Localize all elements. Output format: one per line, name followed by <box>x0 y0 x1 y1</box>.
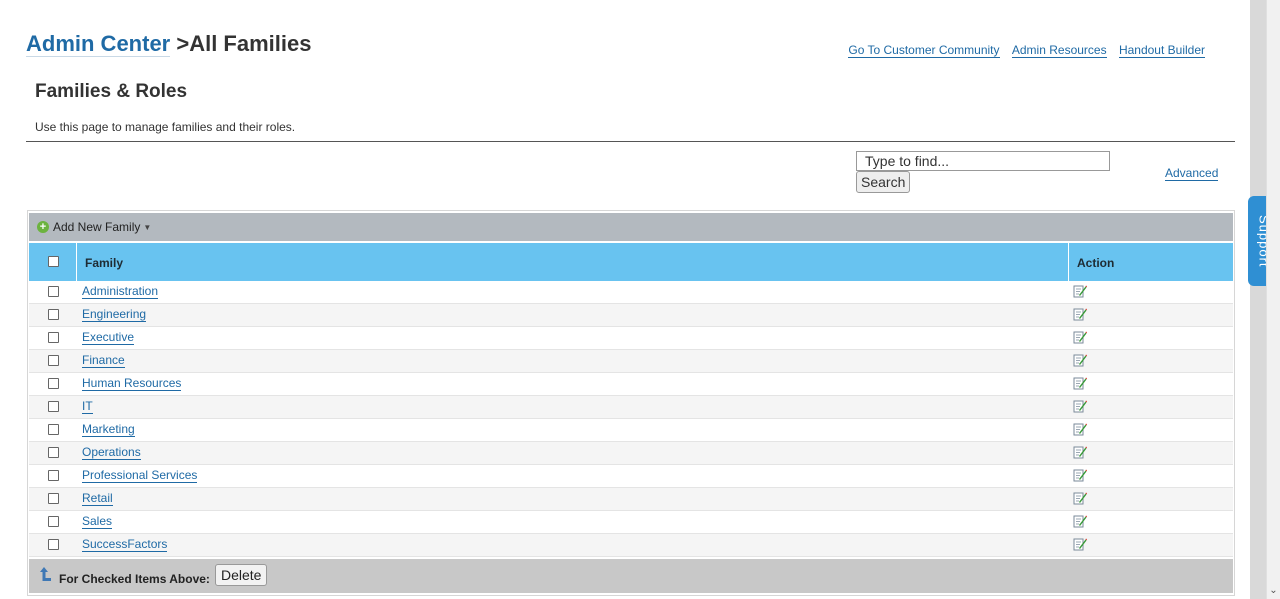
edit-icon[interactable] <box>1073 399 1087 413</box>
family-column-header: Family <box>77 243 1069 281</box>
header-check-cell <box>29 243 77 281</box>
page: Admin Center >All Families Go To Custome… <box>0 0 1250 599</box>
row-checkbox[interactable] <box>48 516 59 527</box>
section-title: Families & Roles <box>35 81 188 102</box>
right-gutter <box>1250 0 1266 599</box>
vertical-scrollbar[interactable]: ⌄ <box>1266 0 1280 599</box>
row-checkbox[interactable] <box>48 447 59 458</box>
admin-resources-link[interactable]: Admin Resources <box>1011 43 1107 58</box>
family-link[interactable]: Executive <box>82 331 135 345</box>
family-link[interactable]: Operations <box>82 446 141 460</box>
divider <box>26 141 1235 142</box>
family-link[interactable]: Human Resources <box>82 377 182 391</box>
advanced-search-link[interactable]: Advanced <box>1165 166 1219 181</box>
table-toolbar: + Add New Family ▼ <box>29 213 1233 241</box>
row-checkbox[interactable] <box>48 286 59 297</box>
table-row: Engineering <box>29 304 1233 327</box>
family-link[interactable]: Professional Services <box>82 469 198 483</box>
edit-icon[interactable] <box>1073 468 1087 482</box>
family-link[interactable]: Administration <box>82 285 159 299</box>
select-all-checkbox[interactable] <box>48 256 59 267</box>
handout-builder-link[interactable]: Handout Builder <box>1118 43 1205 58</box>
add-new-family-button[interactable]: + Add New Family ▼ <box>37 220 151 234</box>
customer-community-link[interactable]: Go To Customer Community <box>848 43 1000 58</box>
edit-icon[interactable] <box>1073 491 1087 505</box>
table-body: Administration Engineering Executive Financ… <box>29 281 1233 557</box>
family-link[interactable]: Finance <box>82 354 125 368</box>
row-checkbox[interactable] <box>48 470 59 481</box>
admin-center-link[interactable]: Admin Center <box>26 31 171 57</box>
table-row: Executive <box>29 327 1233 350</box>
family-link[interactable]: Retail <box>82 492 113 506</box>
search-button[interactable]: Search <box>856 171 911 193</box>
table-row: Administration <box>29 281 1233 304</box>
table-row: Professional Services <box>29 465 1233 488</box>
family-link[interactable]: SuccessFactors <box>82 538 168 552</box>
table-row: Retail <box>29 488 1233 511</box>
section-description: Use this page to manage families and the… <box>35 120 296 134</box>
page-title-rest: >All Families <box>170 31 312 56</box>
edit-icon[interactable] <box>1073 445 1087 459</box>
chevron-down-icon[interactable]: ⌄ <box>1267 585 1280 597</box>
row-checkbox[interactable] <box>48 493 59 504</box>
family-link[interactable]: IT <box>82 400 93 414</box>
table-row: Finance <box>29 350 1233 373</box>
row-checkbox[interactable] <box>48 539 59 550</box>
family-link[interactable]: Sales <box>82 515 113 529</box>
action-column-label: Action <box>1077 256 1115 270</box>
table-row: Human Resources <box>29 373 1233 396</box>
search-input[interactable] <box>856 151 1110 171</box>
edit-icon[interactable] <box>1073 514 1087 528</box>
row-checkbox[interactable] <box>48 378 59 389</box>
edit-icon[interactable] <box>1073 376 1087 390</box>
table-row: Marketing <box>29 419 1233 442</box>
row-checkbox[interactable] <box>48 355 59 366</box>
page-title: Admin Center >All Families <box>26 31 311 57</box>
row-checkbox[interactable] <box>48 424 59 435</box>
families-table: + Add New Family ▼ Family Action Adminis… <box>27 210 1235 596</box>
top-links: Go To Customer Community Admin Resources… <box>839 43 1205 58</box>
row-checkbox[interactable] <box>48 401 59 412</box>
edit-icon[interactable] <box>1073 353 1087 367</box>
table-row: SuccessFactors <box>29 534 1233 557</box>
row-checkbox[interactable] <box>48 309 59 320</box>
table-header: Family Action <box>29 243 1233 281</box>
edit-icon[interactable] <box>1073 422 1087 436</box>
family-link[interactable]: Engineering <box>82 308 147 322</box>
delete-button[interactable]: Delete <box>215 564 268 586</box>
family-column-label: Family <box>85 256 124 270</box>
row-checkbox[interactable] <box>48 332 59 343</box>
up-arrow-icon <box>40 567 51 581</box>
table-footer: For Checked Items Above: Delete <box>29 559 1233 593</box>
table-row: Operations <box>29 442 1233 465</box>
edit-icon[interactable] <box>1073 284 1087 298</box>
edit-icon[interactable] <box>1073 537 1087 551</box>
caret-down-icon: ▼ <box>143 222 152 232</box>
add-new-family-label: Add New Family <box>53 220 141 234</box>
action-column-header: Action <box>1069 243 1233 281</box>
footer-label: For Checked Items Above: <box>59 572 210 586</box>
edit-icon[interactable] <box>1073 330 1087 344</box>
table-row: Sales <box>29 511 1233 534</box>
family-link[interactable]: Marketing <box>82 423 135 437</box>
table-row: IT <box>29 396 1233 419</box>
plus-icon: + <box>37 221 49 233</box>
edit-icon[interactable] <box>1073 307 1087 321</box>
